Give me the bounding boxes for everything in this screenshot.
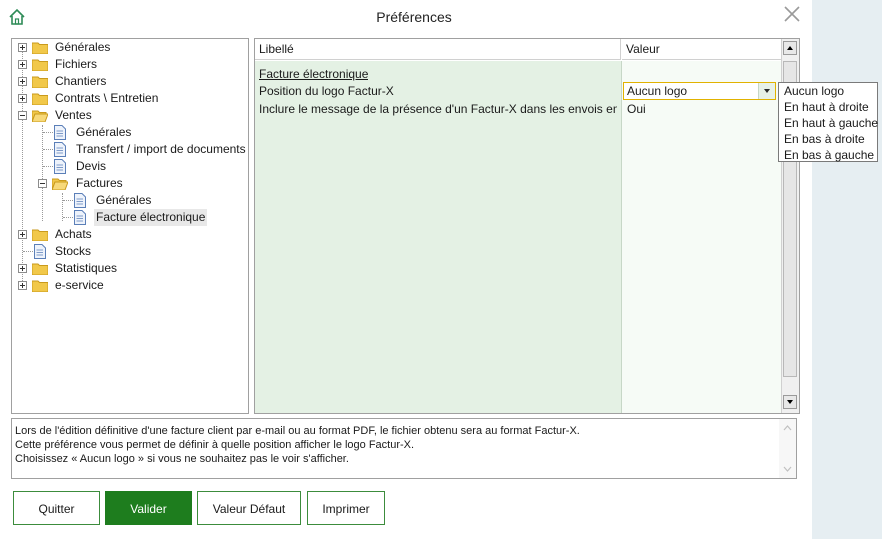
scroll-up-button[interactable] <box>783 41 797 55</box>
tree-item-label: e-service <box>55 278 104 292</box>
tree-item-label: Générales <box>96 193 152 207</box>
dropdown-arrow-button[interactable] <box>758 83 775 99</box>
document-icon <box>54 125 66 140</box>
close-icon[interactable] <box>781 3 803 25</box>
folder-open-icon <box>32 110 48 122</box>
dropdown-option[interactable]: En bas à gauche <box>784 147 874 163</box>
arrow-up-icon[interactable] <box>779 422 796 434</box>
description-line: Cette préférence vous permet de définir … <box>15 439 415 451</box>
validate-button[interactable]: Valider <box>105 491 192 525</box>
tree-item-label: Achats <box>55 227 92 241</box>
chevron-down-icon <box>764 89 770 93</box>
tree-guide <box>43 166 53 167</box>
expand-icon[interactable] <box>18 77 27 86</box>
tree-item-factures-generales[interactable]: Générales <box>12 192 248 209</box>
tree-item-label: Factures <box>76 176 123 190</box>
tree-item-label: Chantiers <box>55 74 107 88</box>
expand-icon[interactable] <box>18 281 27 290</box>
collapse-icon[interactable] <box>18 111 27 120</box>
tree-item-ventes-generales[interactable]: Générales <box>12 124 248 141</box>
tree-item-devis[interactable]: Devis <box>12 158 248 175</box>
expand-icon[interactable] <box>18 264 27 273</box>
tree-item-label: Fichiers <box>55 57 98 71</box>
expand-icon[interactable] <box>18 43 27 52</box>
folder-icon <box>32 229 48 241</box>
tree-guide <box>43 149 53 150</box>
folder-icon <box>32 280 48 292</box>
document-icon <box>34 244 46 259</box>
tree-item-label: Facture électronique <box>94 209 208 226</box>
tree-item-label: Transfert / import de documents <box>76 142 246 156</box>
tree-item-contrats[interactable]: Contrats \ Entretien <box>12 90 248 107</box>
preferences-tree: Générales Fichiers Chantiers Contrats \ … <box>11 38 249 414</box>
print-button[interactable]: Imprimer <box>307 491 385 525</box>
tree-item-chantiers[interactable]: Chantiers <box>12 73 248 90</box>
expand-icon[interactable] <box>18 230 27 239</box>
tree-item-label: Statistiques <box>55 261 118 275</box>
folder-icon <box>32 263 48 275</box>
quit-button[interactable]: Quitter <box>13 491 100 525</box>
column-header-libelle[interactable]: Libellé <box>255 39 621 60</box>
description-line: Lors de l'édition définitive d'une factu… <box>15 425 580 437</box>
tree-guide <box>63 217 73 218</box>
tree-item-ventes[interactable]: Ventes <box>12 107 248 124</box>
tree-guide <box>23 251 33 252</box>
dropdown-option[interactable]: Aucun logo <box>784 83 844 99</box>
folder-open-icon <box>52 178 68 190</box>
folder-icon <box>32 93 48 105</box>
row-label[interactable]: Inclure le message de la présence d'un F… <box>259 101 617 118</box>
arrow-down-icon[interactable] <box>779 463 796 475</box>
tree-item-factures[interactable]: Factures <box>12 175 248 192</box>
description-line: Choisissez « Aucun logo » si vous ne sou… <box>15 453 349 465</box>
logo-position-dropdown: Aucun logo En haut à droite En haut à ga… <box>778 82 878 162</box>
tree-item-fichiers[interactable]: Fichiers <box>12 56 248 73</box>
tree-item-label: Générales <box>55 40 111 54</box>
document-icon <box>54 142 66 157</box>
tree-item-achats[interactable]: Achats <box>12 226 248 243</box>
document-icon <box>74 210 86 225</box>
row-value[interactable]: Oui <box>627 101 646 118</box>
collapse-icon[interactable] <box>38 179 47 188</box>
tree-item-stocks[interactable]: Stocks <box>12 243 248 260</box>
tree-item-label: Devis <box>76 159 107 173</box>
tree-item-facture-electronique[interactable]: Facture électronique <box>12 209 248 226</box>
row-label[interactable]: Position du logo Factur-X <box>259 83 617 100</box>
tree-item-generales[interactable]: Générales <box>12 39 248 56</box>
section-title: Facture électronique <box>259 67 369 81</box>
dropdown-option[interactable]: En haut à droite <box>784 99 869 115</box>
tree-item-transfert[interactable]: Transfert / import de documents <box>12 141 248 158</box>
help-description: Lors de l'édition définitive d'une factu… <box>11 418 797 479</box>
window-title: Préférences <box>376 9 452 25</box>
folder-icon <box>32 42 48 54</box>
expand-icon[interactable] <box>18 94 27 103</box>
select-value: Aucun logo <box>627 84 688 98</box>
side-panel <box>812 0 882 539</box>
tree-item-statistiques[interactable]: Statistiques <box>12 260 248 277</box>
tree-item-label: Générales <box>76 125 132 139</box>
logo-position-select[interactable]: Aucun logo <box>623 82 776 100</box>
tree-guide <box>43 132 53 133</box>
description-scrollbar[interactable] <box>779 419 796 478</box>
folder-icon <box>32 76 48 88</box>
folder-icon <box>32 59 48 71</box>
tree-item-e-service[interactable]: e-service <box>12 277 248 294</box>
arrow-up-icon <box>787 46 793 50</box>
scroll-down-button[interactable] <box>783 395 797 409</box>
document-icon <box>54 159 66 174</box>
column-header-valeur[interactable]: Valeur <box>622 39 781 60</box>
tree-item-label: Contrats \ Entretien <box>55 91 159 105</box>
document-icon <box>74 193 86 208</box>
expand-icon[interactable] <box>18 60 27 69</box>
default-value-button[interactable]: Valeur Défaut <box>197 491 301 525</box>
tree-guide <box>63 200 73 201</box>
dropdown-option[interactable]: En bas à droite <box>784 131 865 147</box>
dropdown-option[interactable]: En haut à gauche <box>784 115 878 131</box>
arrow-down-icon <box>787 400 793 404</box>
tree-item-label: Stocks <box>55 244 92 258</box>
value-column <box>622 61 781 413</box>
tree-item-label: Ventes <box>55 108 92 122</box>
